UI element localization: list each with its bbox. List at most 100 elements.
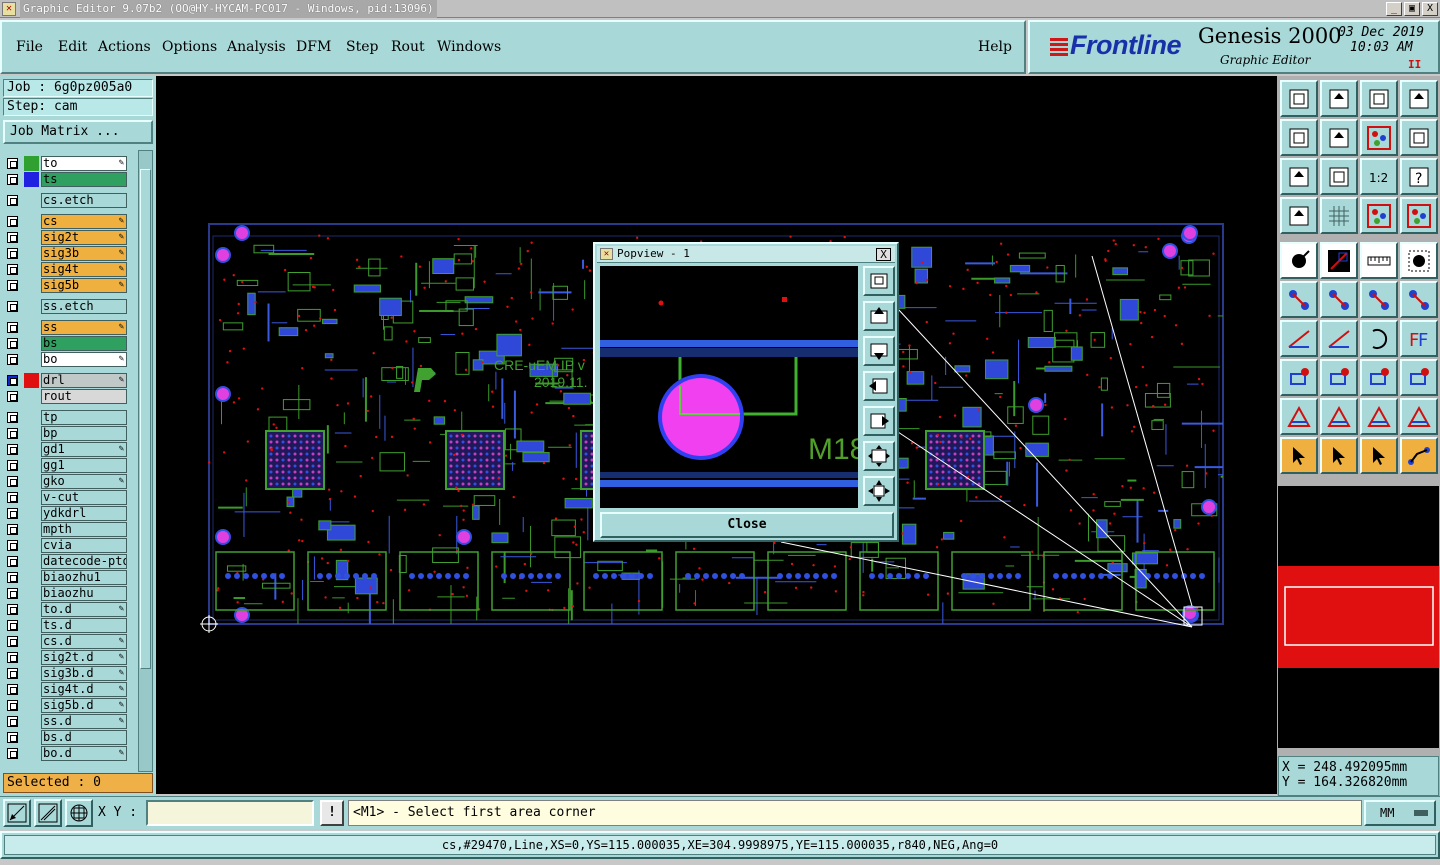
layer-checkbox[interactable] <box>7 684 18 695</box>
pointer-box-button[interactable] <box>1320 437 1358 474</box>
layer-row-gg1[interactable]: gg1 <box>7 458 127 473</box>
layer-checkbox[interactable] <box>7 444 18 455</box>
connect-button[interactable] <box>1280 281 1318 318</box>
layer-row-datecode-pto[interactable]: datecode-pto <box>7 554 127 569</box>
job-matrix-button[interactable]: Job Matrix ... <box>3 120 153 144</box>
layer-name[interactable]: bo ✎ <box>41 352 127 367</box>
layer-checkbox[interactable] <box>7 391 18 402</box>
layer-name[interactable]: cvia <box>41 538 127 553</box>
zoom-home-button[interactable] <box>1280 80 1318 117</box>
layer-row-sig3b-d[interactable]: sig3b.d ✎ <box>7 666 127 681</box>
snap-button[interactable] <box>3 799 31 827</box>
layer-row-cvia[interactable]: cvia <box>7 538 127 553</box>
menu-analysis[interactable]: Analysis <box>227 39 286 55</box>
window-titlebar[interactable]: ✕ Graphic Editor 9.07b2 (OO@HY-HYCAM-PC0… <box>0 0 1440 18</box>
layer-checkbox[interactable] <box>7 322 18 333</box>
select-area-button[interactable] <box>1400 242 1438 279</box>
layer-name[interactable]: cs ✎ <box>41 214 127 229</box>
layer-checkbox[interactable] <box>7 476 18 487</box>
layer-list-scrollbar[interactable] <box>138 150 153 772</box>
arrow-node-button[interactable] <box>1360 281 1398 318</box>
layer-row-bo[interactable]: bo ✎ <box>7 352 127 367</box>
layer-checkbox[interactable] <box>7 375 18 386</box>
pointer-button[interactable] <box>1280 437 1318 474</box>
message-button[interactable]: ! <box>320 800 344 826</box>
layer-checkbox[interactable] <box>7 748 18 759</box>
layer-checkbox[interactable] <box>7 604 18 615</box>
units-select[interactable]: MM <box>1364 800 1436 826</box>
center-button[interactable] <box>1320 158 1358 195</box>
scale-1-2-button[interactable]: 1:2 <box>1360 158 1398 195</box>
layer-row-to-d[interactable]: to.d ✎ <box>7 602 127 617</box>
fit-button[interactable] <box>1280 158 1318 195</box>
layer-name[interactable]: ts <box>41 172 127 187</box>
layer-row-sig5b-d[interactable]: sig5b.d ✎ <box>7 698 127 713</box>
layer-name[interactable]: bs.d <box>41 730 127 745</box>
layer-checkbox[interactable] <box>7 354 18 365</box>
layer-name[interactable]: sig2t ✎ <box>41 230 127 245</box>
overview-window[interactable] <box>1278 486 1439 748</box>
popview-pan-right-button[interactable] <box>863 406 895 436</box>
layer-row-bp[interactable]: bp <box>7 426 127 441</box>
menu-dfm[interactable]: DFM <box>296 39 331 55</box>
layer-checkbox[interactable] <box>7 428 18 439</box>
popview-pan-up-button[interactable] <box>863 301 895 331</box>
layer-checkbox[interactable] <box>7 540 18 551</box>
layer-row-drl[interactable]: drl ✎ <box>7 373 127 388</box>
close-window-button[interactable]: X <box>1422 2 1438 16</box>
layer-name[interactable]: rout <box>41 389 127 404</box>
help-button[interactable]: ? <box>1400 158 1438 195</box>
layer-row-bs[interactable]: bs <box>7 336 127 351</box>
layer-checkbox[interactable] <box>7 232 18 243</box>
popview-close-x[interactable]: X <box>876 248 891 261</box>
layer-checkbox[interactable] <box>7 338 18 349</box>
popview-titlebar[interactable]: ✕ Popview - 1 X <box>597 246 895 263</box>
layer-checkbox[interactable] <box>7 732 18 743</box>
arc-button[interactable] <box>1360 320 1398 357</box>
layer-checkbox[interactable] <box>7 216 18 227</box>
text-f-button[interactable]: FF <box>1400 320 1438 357</box>
layer-checkbox[interactable] <box>7 248 18 259</box>
pause-indicator[interactable]: II <box>1408 58 1421 71</box>
layer-checkbox[interactable] <box>7 508 18 519</box>
layer-name[interactable]: sig2t.d ✎ <box>41 650 127 665</box>
layer-row-v-cut[interactable]: v-cut <box>7 490 127 505</box>
layer-row-sig4t-d[interactable]: sig4t.d ✎ <box>7 682 127 697</box>
layer-name[interactable]: datecode-pto <box>41 554 127 569</box>
layer-name[interactable]: gg1 <box>41 458 127 473</box>
move-button[interactable] <box>1280 242 1318 279</box>
layer-row-mpth[interactable]: mpth <box>7 522 127 537</box>
layer-name[interactable]: sig3b.d ✎ <box>41 666 127 681</box>
layer-name[interactable]: to ✎ <box>41 156 127 171</box>
layer-name[interactable]: ydkdrl <box>41 506 127 521</box>
layer-name[interactable]: gko ✎ <box>41 474 127 489</box>
layer-row-cs-d[interactable]: cs.d ✎ <box>7 634 127 649</box>
popview-zoom-in-button[interactable] <box>863 266 895 296</box>
layer-checkbox[interactable] <box>7 460 18 471</box>
layer-checkbox[interactable] <box>7 524 18 535</box>
layers-red2-button[interactable] <box>1400 197 1438 234</box>
triangle2-button[interactable] <box>1320 398 1358 435</box>
layer-checkbox[interactable] <box>7 174 18 185</box>
arrow-node2-button[interactable] <box>1400 281 1438 318</box>
layer-row-cs[interactable]: cs ✎ <box>7 214 127 229</box>
layer-checkbox[interactable] <box>7 636 18 647</box>
layer-checkbox[interactable] <box>7 492 18 503</box>
layer-name[interactable]: bo.d ✎ <box>41 746 127 761</box>
layer-row-ss-etch[interactable]: ss.etch <box>7 299 127 314</box>
layer-name[interactable]: drl ✎ <box>41 373 127 388</box>
grid-snap-button[interactable] <box>65 799 93 827</box>
layer-row-ss[interactable]: ss ✎ <box>7 320 127 335</box>
layer-checkbox[interactable] <box>7 700 18 711</box>
layer-row-ts-d[interactable]: ts.d <box>7 618 127 633</box>
popview-window[interactable]: ✕ Popview - 1 X M18 <box>593 242 899 542</box>
redraw-button[interactable] <box>1360 119 1398 156</box>
measure-button[interactable] <box>1360 359 1398 396</box>
ruler-button[interactable] <box>1360 242 1398 279</box>
layer-name[interactable]: cs.etch <box>41 193 127 208</box>
layer-name[interactable]: mpth <box>41 522 127 537</box>
layer-color-swatch[interactable] <box>24 172 39 187</box>
layer-name[interactable]: gd1 ✎ <box>41 442 127 457</box>
layer-name[interactable]: sig5b.d ✎ <box>41 698 127 713</box>
grid-button[interactable] <box>1320 197 1358 234</box>
